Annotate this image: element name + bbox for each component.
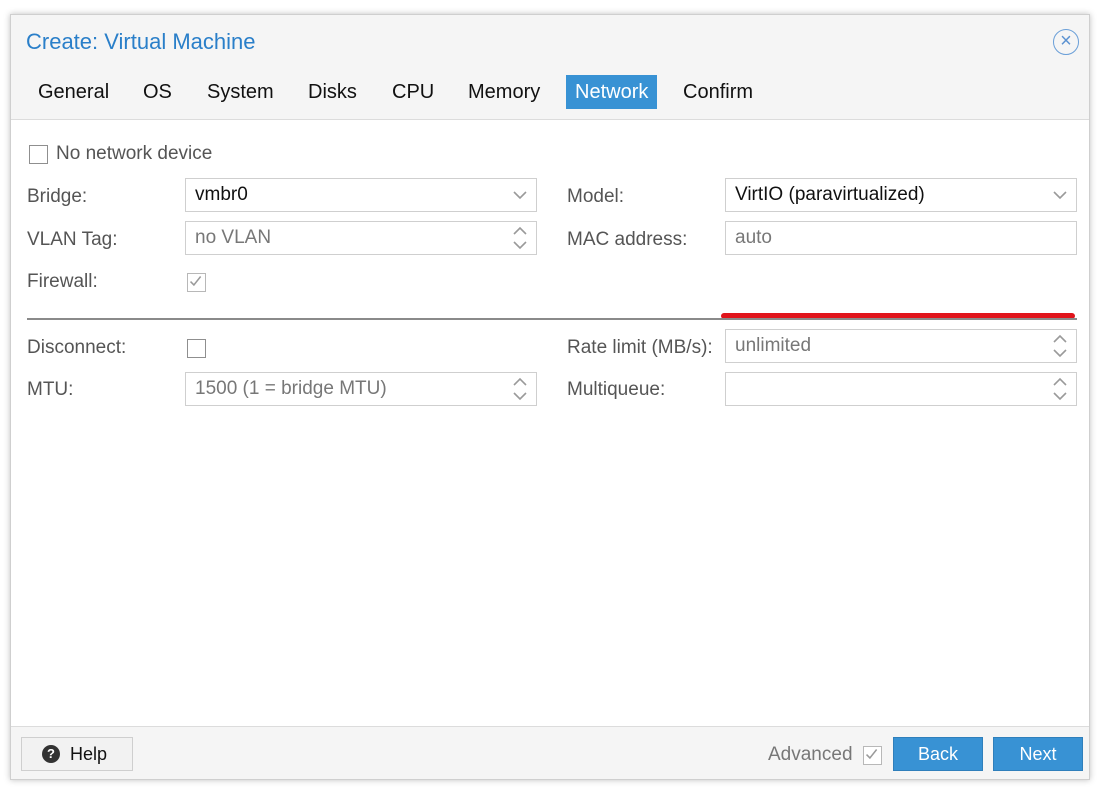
tab-general[interactable]: General: [29, 75, 118, 109]
dialog-title: Create: Virtual Machine: [26, 29, 256, 54]
spinner-arrows-icon[interactable]: [1052, 330, 1068, 362]
next-button[interactable]: Next: [993, 737, 1083, 771]
spinner-arrows-icon[interactable]: [1052, 373, 1068, 405]
mac-address-placeholder: auto: [735, 227, 772, 248]
help-button[interactable]: ? Help: [21, 737, 133, 771]
network-panel: No network device Bridge: vmbr0 VLAN Tag…: [11, 119, 1089, 727]
model-label: Model:: [567, 186, 625, 207]
mac-address-label: MAC address:: [567, 229, 688, 250]
vlan-tag-input[interactable]: no VLAN: [185, 221, 537, 255]
vlan-tag-label: VLAN Tag:: [27, 229, 118, 250]
firewall-label: Firewall:: [27, 271, 98, 292]
rate-limit-label: Rate limit (MB/s):: [567, 337, 713, 358]
question-circle-icon: ?: [42, 745, 60, 763]
disconnect-checkbox[interactable]: [187, 339, 206, 358]
model-value: VirtIO (paravirtualized): [735, 184, 925, 205]
mtu-input[interactable]: 1500 (1 = bridge MTU): [185, 372, 537, 406]
tab-memory[interactable]: Memory: [459, 75, 549, 109]
multiqueue-label: Multiqueue:: [567, 379, 666, 400]
checkmark-icon: [189, 276, 202, 287]
mac-address-input[interactable]: auto: [725, 221, 1077, 255]
advanced-checkbox[interactable]: [863, 746, 882, 765]
advanced-label: Advanced: [768, 744, 853, 765]
spinner-arrows-icon[interactable]: [512, 222, 528, 254]
create-vm-dialog: Create: Virtual Machine × General OS Sys…: [10, 14, 1090, 780]
dialog-footer: ? Help Advanced Back Next: [11, 728, 1089, 780]
advanced-separator: [27, 318, 1077, 320]
tab-disks[interactable]: Disks: [299, 75, 366, 109]
tab-confirm[interactable]: Confirm: [674, 75, 762, 109]
rate-limit-input[interactable]: unlimited: [725, 329, 1077, 363]
no-network-device-label: No network device: [56, 143, 213, 164]
wizard-tabs: General OS System Disks CPU Memory Netwo…: [11, 75, 1089, 109]
tab-system[interactable]: System: [198, 75, 283, 109]
model-select[interactable]: VirtIO (paravirtualized): [725, 178, 1077, 212]
back-button[interactable]: Back: [893, 737, 983, 771]
bridge-value: vmbr0: [195, 184, 248, 205]
mtu-label: MTU:: [27, 379, 74, 400]
disconnect-label: Disconnect:: [27, 337, 127, 358]
close-icon[interactable]: ×: [1053, 29, 1079, 55]
dialog-titlebar: Create: Virtual Machine ×: [11, 15, 1089, 71]
tab-os[interactable]: OS: [134, 75, 181, 109]
checkmark-icon: [865, 749, 878, 760]
mtu-placeholder: 1500 (1 = bridge MTU): [195, 378, 387, 399]
help-button-label: Help: [70, 744, 108, 764]
chevron-down-icon[interactable]: [512, 179, 528, 211]
bridge-select[interactable]: vmbr0: [185, 178, 537, 212]
bridge-label: Bridge:: [27, 186, 88, 207]
multiqueue-input[interactable]: [725, 372, 1077, 406]
spinner-arrows-icon[interactable]: [512, 373, 528, 405]
firewall-checkbox[interactable]: [187, 273, 206, 292]
vlan-tag-placeholder: no VLAN: [195, 227, 272, 248]
chevron-down-icon[interactable]: [1052, 179, 1068, 211]
no-network-device-checkbox[interactable]: [29, 145, 48, 164]
tab-cpu[interactable]: CPU: [383, 75, 443, 109]
rate-limit-placeholder: unlimited: [735, 335, 812, 356]
tab-network[interactable]: Network: [566, 75, 658, 109]
